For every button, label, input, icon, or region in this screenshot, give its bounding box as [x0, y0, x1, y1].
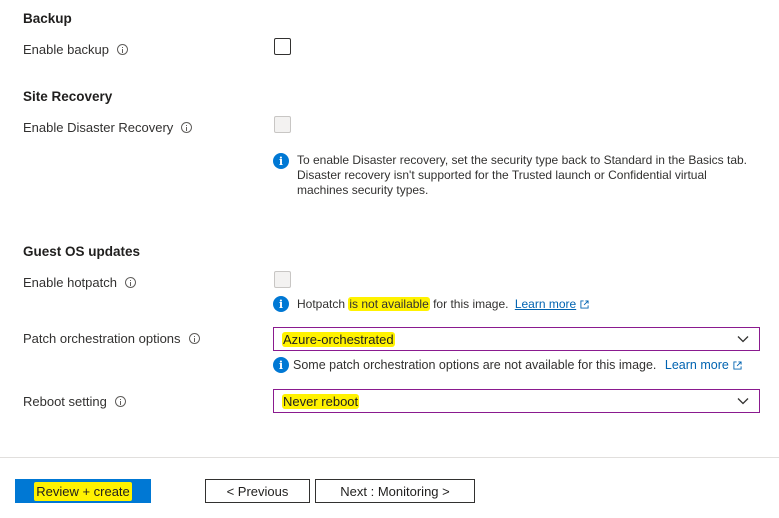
info-filled-icon: i [273, 296, 289, 312]
reboot-setting-value: Never reboot [282, 393, 360, 409]
info-filled-icon: i [273, 153, 289, 169]
enable-hotpatch-label: Enable hotpatch [23, 275, 136, 290]
previous-button[interactable]: < Previous [205, 479, 310, 503]
hotpatch-info-suffix: for this image. [429, 296, 509, 311]
disaster-recovery-info-text: To enable Disaster recovery, set the sec… [297, 153, 747, 198]
review-create-label: Review + create [34, 481, 132, 501]
info-icon[interactable] [124, 277, 136, 288]
enable-disaster-recovery-label: Enable Disaster Recovery [23, 120, 193, 135]
patch-info-label: Some patch orchestration options are not… [293, 357, 657, 372]
info-line-3: machines security types. [297, 183, 429, 197]
disaster-recovery-info-message: i To enable Disaster recovery, set the s… [273, 153, 747, 198]
info-filled-icon: i [273, 357, 289, 373]
footer-divider [0, 457, 779, 458]
backup-section-title: Backup [23, 11, 72, 26]
enable-backup-label: Enable backup [23, 42, 129, 57]
external-link-icon [733, 361, 742, 370]
patch-orchestration-label-text: Patch orchestration options [23, 331, 181, 346]
enable-disaster-recovery-label-text: Enable Disaster Recovery [23, 120, 174, 135]
hotpatch-info-highlight: is not available [348, 296, 430, 311]
info-line-2: Disaster recovery isn't supported for th… [297, 168, 707, 182]
patch-info-text: Some patch orchestration options are not… [293, 358, 742, 373]
chevron-down-icon [737, 336, 749, 343]
enable-disaster-recovery-checkbox[interactable] [274, 116, 291, 133]
review-create-button[interactable]: Review + create [15, 479, 151, 503]
hotpatch-info-text: Hotpatch is not available for this image… [297, 296, 589, 312]
info-line-1: To enable Disaster recovery, set the sec… [297, 153, 748, 167]
next-monitoring-button[interactable]: Next : Monitoring > [315, 479, 475, 503]
reboot-setting-dropdown[interactable]: Never reboot [273, 389, 760, 413]
hotpatch-info-prefix: Hotpatch [297, 296, 349, 311]
hotpatch-info-message: i Hotpatch is not available for this ima… [273, 296, 589, 312]
patch-orchestration-value: Azure-orchestrated [282, 331, 395, 347]
site-recovery-section-title: Site Recovery [23, 89, 113, 104]
patch-learn-more-link[interactable]: Learn more [665, 358, 729, 372]
chevron-down-icon [737, 398, 749, 405]
info-icon[interactable] [114, 396, 126, 407]
reboot-setting-label: Reboot setting [23, 394, 126, 409]
guest-os-updates-section-title: Guest OS updates [23, 244, 141, 259]
enable-backup-label-text: Enable backup [23, 42, 110, 57]
reboot-setting-label-text: Reboot setting [23, 394, 107, 409]
patch-info-message: i Some patch orchestration options are n… [273, 357, 742, 373]
info-icon[interactable] [188, 333, 200, 344]
enable-hotpatch-checkbox[interactable] [274, 271, 291, 288]
enable-backup-checkbox[interactable] [274, 38, 291, 55]
enable-hotpatch-label-text: Enable hotpatch [23, 275, 117, 290]
patch-orchestration-label: Patch orchestration options [23, 331, 200, 346]
patch-orchestration-dropdown[interactable]: Azure-orchestrated [273, 327, 760, 351]
info-icon[interactable] [117, 44, 129, 55]
external-link-icon [580, 300, 589, 309]
info-icon[interactable] [181, 122, 193, 133]
hotpatch-learn-more-link[interactable]: Learn more [515, 297, 576, 311]
